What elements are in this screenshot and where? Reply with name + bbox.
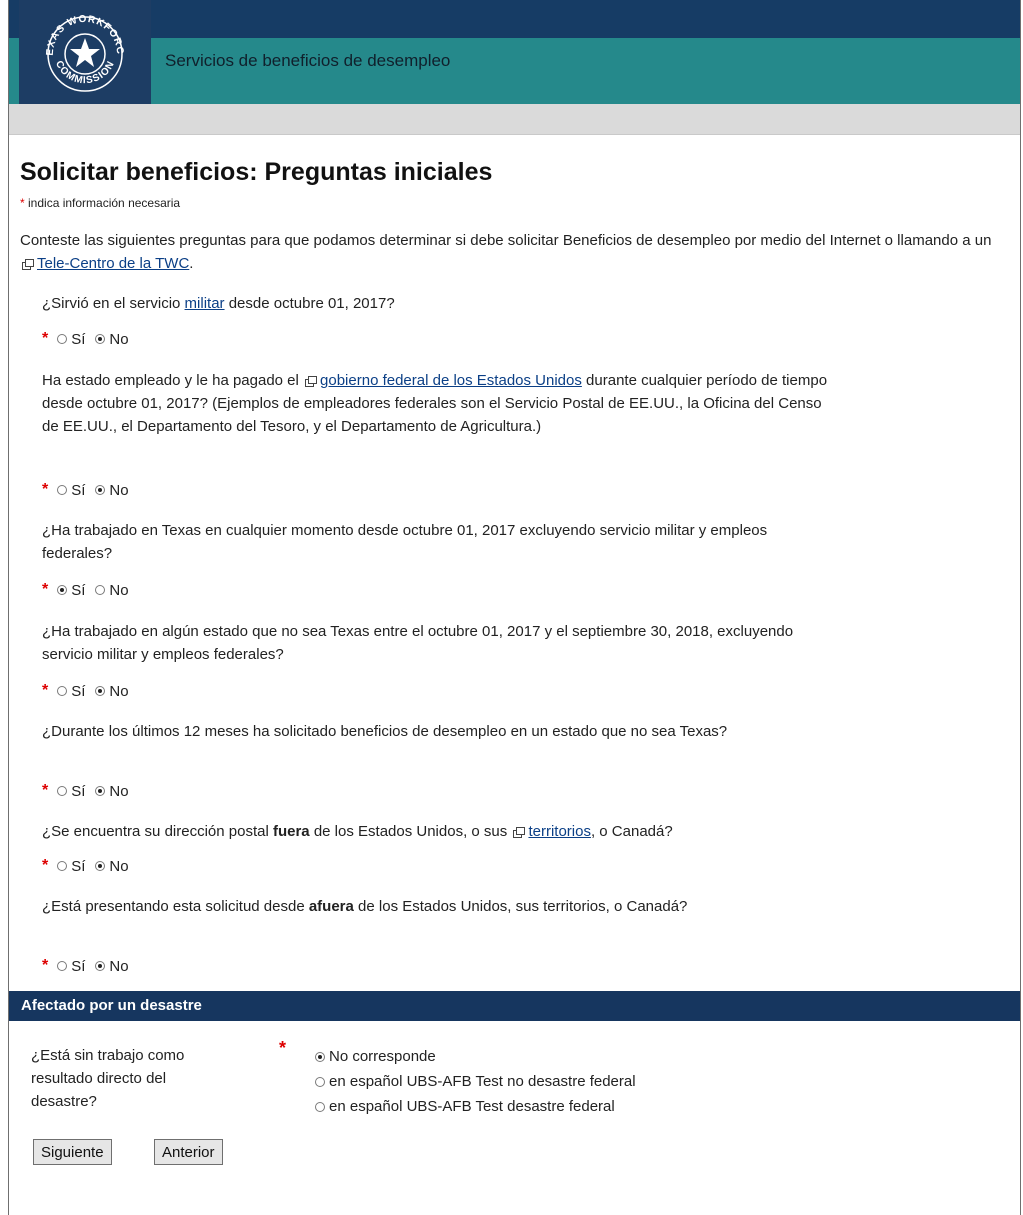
required-star: * xyxy=(42,857,49,874)
header-main-band xyxy=(9,38,1020,104)
question-filing-location: ¿Está presentando esta solicitud desde a… xyxy=(42,898,688,915)
question-worked-texas: ¿Ha trabajado en Texas en cualquier mome… xyxy=(42,522,768,562)
radio-circle[interactable] xyxy=(57,786,68,796)
radio-circle[interactable] xyxy=(315,1051,325,1062)
page-title: Solicitar beneficios: Preguntas iniciale… xyxy=(20,158,493,186)
answer-worked-texas: * Sí No xyxy=(42,581,139,599)
radio-circle[interactable] xyxy=(315,1076,325,1087)
required-note-text: indica información necesaria xyxy=(28,196,181,210)
required-star: * xyxy=(42,330,49,347)
svg-text:COMMISSION: COMMISSION xyxy=(53,59,117,86)
radio-circle[interactable] xyxy=(95,334,106,344)
question-military: ¿Sirvió en el servicio militar desde oct… xyxy=(42,295,395,312)
radio-circle[interactable] xyxy=(57,585,68,595)
radio-circle[interactable] xyxy=(315,1101,325,1112)
question-prior-claim: ¿Durante los últimos 12 meses ha solicit… xyxy=(42,723,728,740)
radio-circle[interactable] xyxy=(95,686,106,696)
header-top-band xyxy=(9,0,1020,38)
radio-military-no[interactable]: No xyxy=(95,331,129,348)
radio-disaster-federal[interactable]: en español UBS-AFB Test desastre federal xyxy=(315,1094,636,1119)
disaster-options: No corresponde en español UBS-AFB Test n… xyxy=(315,1044,646,1119)
radio-filing-location-yes[interactable]: Sí xyxy=(57,958,85,975)
required-star: * xyxy=(42,957,49,974)
radio-worked-texas-no[interactable]: No xyxy=(95,582,129,599)
previous-button[interactable]: Anterior xyxy=(154,1139,223,1165)
radio-military-yes[interactable]: Sí xyxy=(57,331,85,348)
twc-logo: TEXAS WORKFORCE COMMISSION xyxy=(19,0,151,104)
radio-prior-claim-no[interactable]: No xyxy=(95,783,129,800)
radio-prior-claim-yes[interactable]: Sí xyxy=(57,783,85,800)
radio-other-state-yes[interactable]: Sí xyxy=(57,683,85,700)
answer-military: * Sí No xyxy=(42,330,139,348)
radio-circle[interactable] xyxy=(95,961,106,971)
radio-circle[interactable] xyxy=(57,485,68,495)
external-window-icon xyxy=(513,827,526,838)
twc-seal-icon: TEXAS WORKFORCE COMMISSION xyxy=(33,6,125,92)
external-window-icon xyxy=(305,376,318,387)
radio-circle[interactable] xyxy=(95,485,106,495)
header-title: Servicios de beneficios de desempleo xyxy=(165,51,451,70)
question-mailing-address: ¿Se encuentra su dirección postal fuera … xyxy=(42,823,673,840)
radio-federal-yes[interactable]: Sí xyxy=(57,482,85,499)
radio-circle[interactable] xyxy=(95,585,106,595)
page-frame: TEXAS WORKFORCE COMMISSION Servicios de … xyxy=(8,0,1021,1215)
disaster-question: ¿Está sin trabajo como resultado directo… xyxy=(31,1047,185,1110)
radio-circle[interactable] xyxy=(95,861,106,871)
answer-mailing-address: * Sí No xyxy=(42,857,139,875)
required-note: * indica información necesaria xyxy=(20,196,180,210)
answer-filing-location: * Sí No xyxy=(42,957,139,975)
svg-text:TEXAS WORKFORCE: TEXAS WORKFORCE xyxy=(33,6,125,56)
radio-disaster-not-applicable[interactable]: No corresponde xyxy=(315,1044,636,1069)
intro-paragraph: Conteste las siguientes preguntas para q… xyxy=(20,232,992,272)
required-star: * xyxy=(42,481,49,498)
radio-federal-no[interactable]: No xyxy=(95,482,129,499)
header-sub-bar xyxy=(9,104,1020,135)
disaster-section-header: Afectado por un desastre xyxy=(9,991,1020,1021)
radio-circle[interactable] xyxy=(57,861,68,871)
question-federal: Ha estado empleado y le ha pagado el gob… xyxy=(42,372,828,435)
required-star: * xyxy=(42,682,49,699)
intro-text: Conteste las siguientes preguntas para q… xyxy=(20,232,992,249)
question-other-state: ¿Ha trabajado en algún estado que no sea… xyxy=(42,623,794,663)
answer-other-state: * Sí No xyxy=(42,682,139,700)
radio-circle[interactable] xyxy=(57,334,68,344)
radio-circle[interactable] xyxy=(57,686,68,696)
external-window-icon xyxy=(22,259,34,270)
radio-other-state-no[interactable]: No xyxy=(95,683,129,700)
required-star: * xyxy=(42,782,49,799)
answer-prior-claim: * Sí No xyxy=(42,782,139,800)
radio-disaster-non-federal[interactable]: en español UBS-AFB Test no desastre fede… xyxy=(315,1069,636,1094)
next-button[interactable]: Siguiente xyxy=(33,1139,112,1165)
radio-mailing-address-no[interactable]: No xyxy=(95,858,129,875)
radio-worked-texas-yes[interactable]: Sí xyxy=(57,582,85,599)
required-star: * xyxy=(20,196,25,210)
radio-filing-location-no[interactable]: No xyxy=(95,958,129,975)
radio-circle[interactable] xyxy=(95,786,106,796)
required-star: * xyxy=(42,581,49,598)
military-link[interactable]: militar xyxy=(185,295,225,312)
territories-link[interactable]: territorios xyxy=(528,823,591,840)
radio-mailing-address-yes[interactable]: Sí xyxy=(57,858,85,875)
required-star: * xyxy=(279,1038,287,1058)
tele-centro-link[interactable]: Tele-Centro de la TWC xyxy=(37,255,189,272)
answer-federal: * Sí No xyxy=(42,481,139,499)
federal-government-link[interactable]: gobierno federal de los Estados Unidos xyxy=(320,372,582,389)
radio-circle[interactable] xyxy=(57,961,68,971)
